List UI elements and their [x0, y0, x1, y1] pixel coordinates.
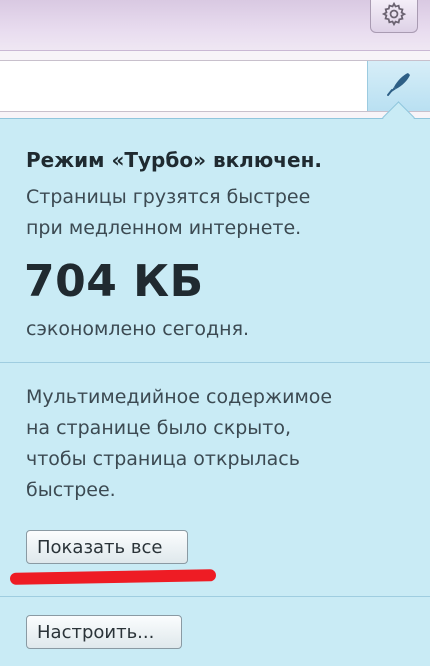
notice-line: чтобы страница открылась	[26, 448, 300, 470]
tab-bar	[0, 0, 430, 51]
popup-description: Страницы грузятся быстрее при медленном …	[26, 182, 406, 244]
browser-window: Режим «Турбо» включен. Страницы грузятся…	[0, 0, 430, 666]
show-all-button[interactable]: Показать все	[26, 530, 188, 564]
description-line: Страницы грузятся быстрее	[26, 186, 311, 208]
gear-icon	[381, 1, 407, 31]
notice-line: Мультимедийное содержимое	[26, 386, 333, 408]
description-line: при медленном интернете.	[26, 217, 302, 239]
notice-line: быстрее.	[26, 479, 116, 501]
address-bar[interactable]	[0, 60, 430, 112]
rocket-icon	[384, 69, 414, 103]
saved-caption: сэкономлено сегодня.	[26, 318, 250, 340]
saved-amount: 704 КБ	[24, 256, 204, 307]
notice-line: на странице было скрыто,	[26, 417, 291, 439]
media-hidden-notice: Мультимедийное содержимое на странице бы…	[26, 382, 416, 506]
divider	[0, 362, 430, 363]
divider	[0, 596, 430, 597]
popup-title: Режим «Турбо» включен.	[26, 148, 322, 172]
configure-button[interactable]: Настроить...	[26, 615, 182, 649]
settings-button[interactable]	[370, 0, 418, 33]
